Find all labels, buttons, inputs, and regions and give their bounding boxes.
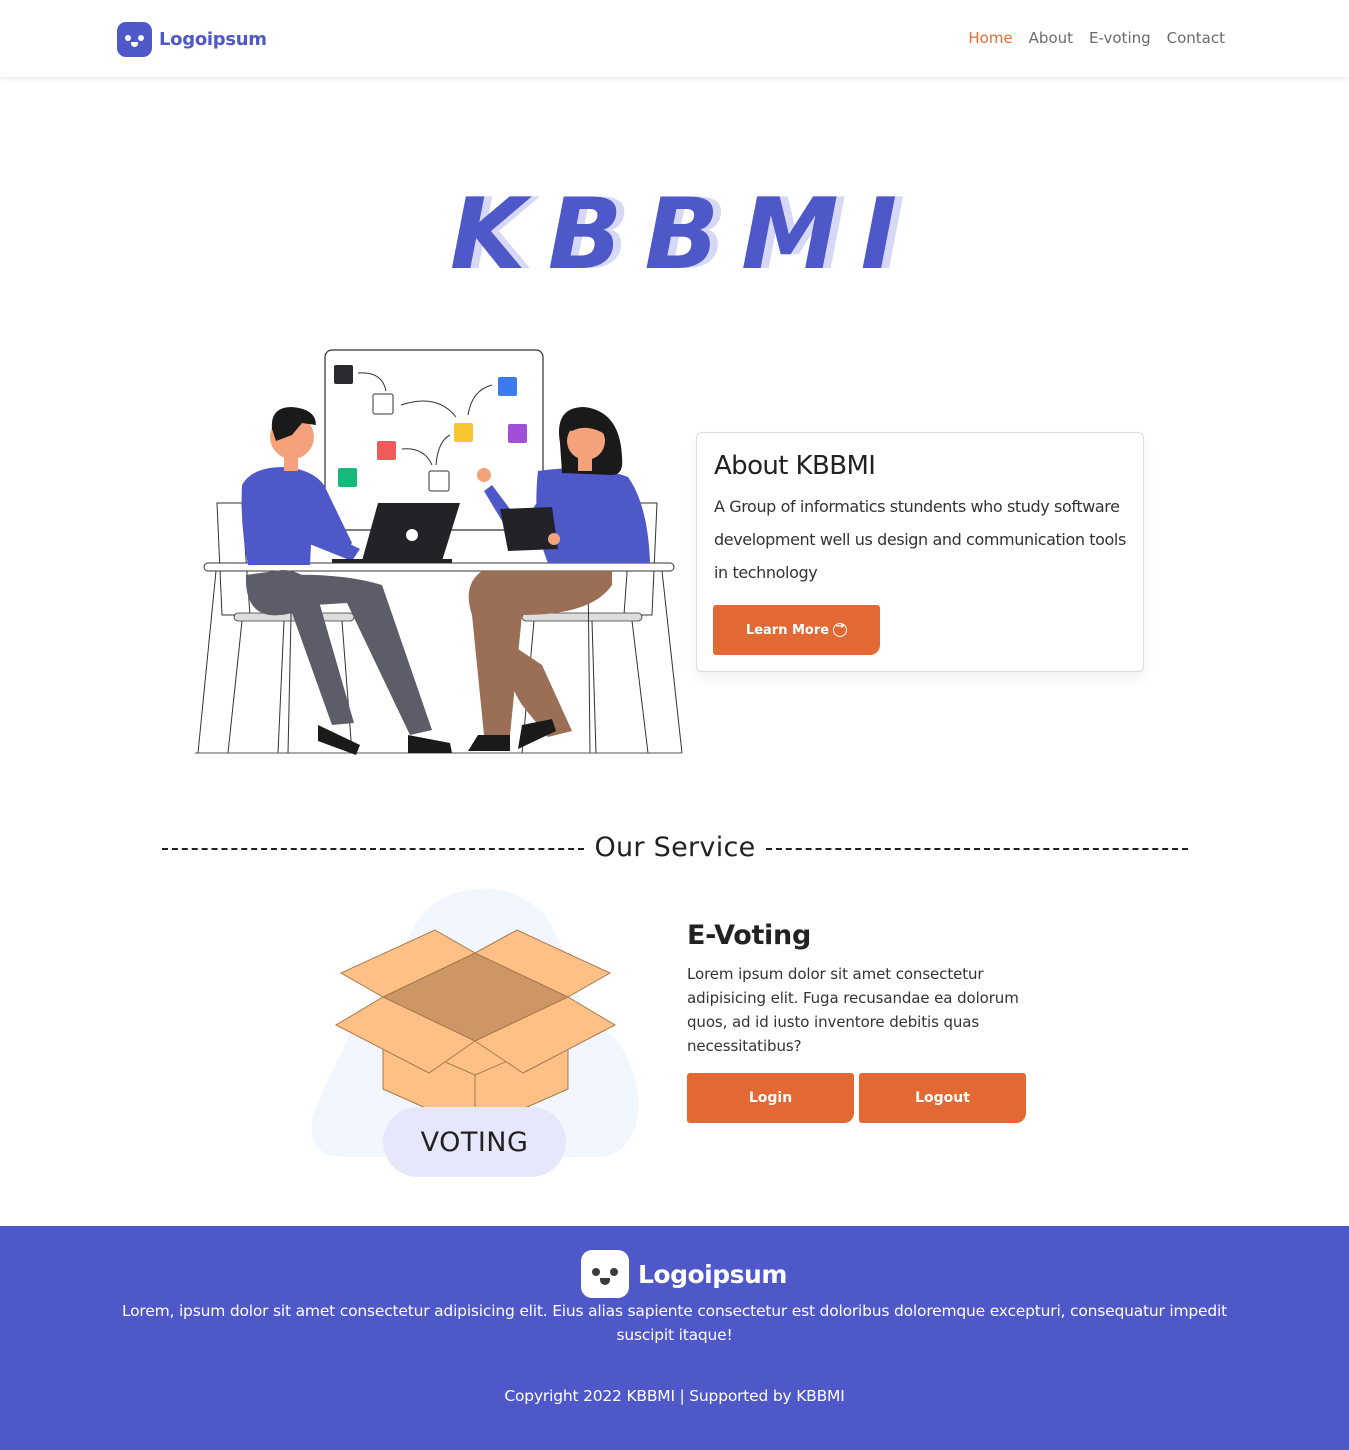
team-meeting-illustration xyxy=(195,349,683,755)
logout-button[interactable]: Logout xyxy=(859,1073,1026,1123)
logo-face-icon xyxy=(117,21,152,57)
footer-brand: Logoipsum xyxy=(581,1250,787,1298)
e-voting-actions: Login Logout xyxy=(687,1073,1026,1123)
logo-face-icon xyxy=(581,1250,629,1298)
service-heading-text: Our Service xyxy=(594,831,756,863)
footer-brand-name: Logoipsum xyxy=(638,1259,787,1289)
arrow-circle-right-icon xyxy=(833,621,848,637)
footer-copyright: Copyright 2022 KBBMI | Supported by KBBM… xyxy=(504,1387,845,1405)
about-text: A Group of informatics stundents who stu… xyxy=(714,497,1126,582)
hero-title: KBBMI xyxy=(449,178,920,292)
about-card: About KBBMI A Group of informatics stund… xyxy=(696,432,1144,672)
learn-more-button[interactable]: Learn More xyxy=(713,605,880,655)
e-voting-title: E-Voting xyxy=(687,920,811,951)
brand-logo-link[interactable]: Logoipsum xyxy=(117,21,267,57)
navbar: Logoipsum Home About E-voting Contact xyxy=(0,0,1349,77)
nav-link-contact[interactable]: Contact xyxy=(1167,29,1225,47)
dashed-divider-right xyxy=(765,848,1189,850)
footer-description: Lorem, ipsum dolor sit amet consectetur … xyxy=(121,1302,1228,1344)
voting-badge: VOTING xyxy=(383,1107,566,1177)
about-title: About KBBMI xyxy=(714,451,876,481)
dashed-divider-left xyxy=(162,848,585,850)
nav-links: Home About E-voting Contact xyxy=(968,29,1225,47)
learn-more-label: Learn More xyxy=(745,622,830,638)
e-voting-section: E-Voting Lorem ipsum dolor sit amet cons… xyxy=(687,920,1032,1058)
service-heading: Our Service xyxy=(162,829,1189,865)
login-button[interactable]: Login xyxy=(687,1073,854,1123)
e-voting-text: Lorem ipsum dolor sit amet consectetur a… xyxy=(687,965,1019,1055)
brand-name: Logoipsum xyxy=(159,28,267,50)
nav-link-e-voting[interactable]: E-voting xyxy=(1089,29,1151,47)
footer: Logoipsum Lorem, ipsum dolor sit amet co… xyxy=(0,1226,1349,1450)
nav-link-about[interactable]: About xyxy=(1029,29,1073,47)
nav-link-home[interactable]: Home xyxy=(968,29,1012,47)
